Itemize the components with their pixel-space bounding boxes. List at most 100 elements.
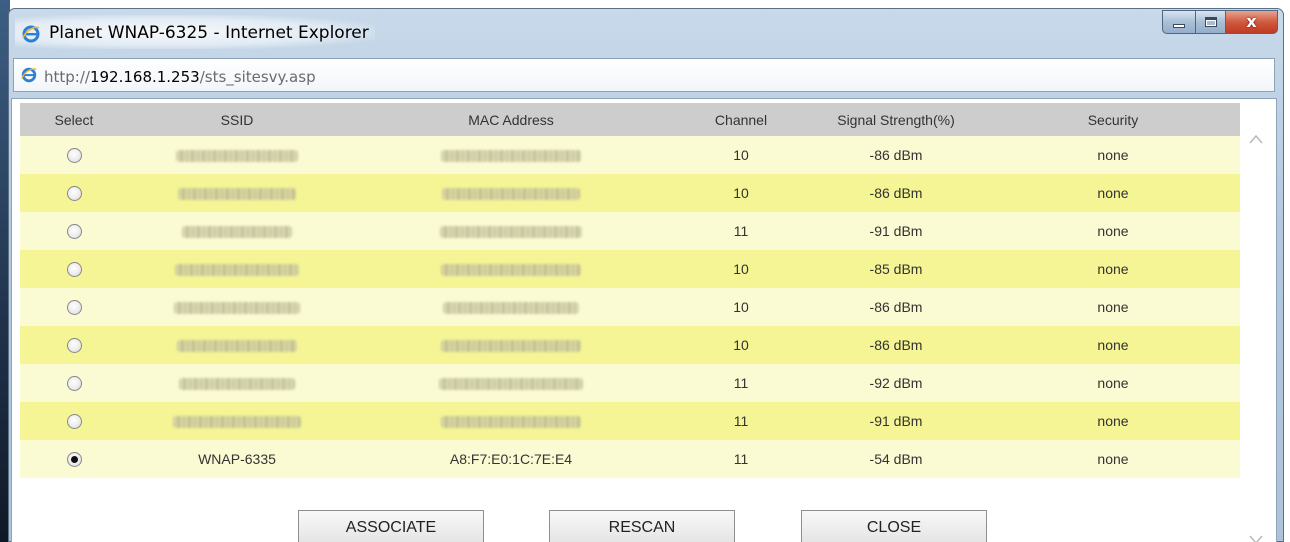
site-survey-table-wrap: Select SSID MAC Address Channel Signal S… [20, 103, 1240, 478]
security-cell: none [1097, 147, 1129, 163]
mac-redacted [441, 416, 581, 429]
signal-cell: -86 dBm [869, 147, 923, 163]
security-cell: none [1097, 337, 1129, 353]
signal-cell: -91 dBm [869, 223, 923, 239]
signal-cell: -92 dBm [869, 375, 923, 391]
channel-cell: 10 [733, 261, 749, 277]
ssid-redacted [175, 264, 299, 277]
select-radio-checked[interactable] [66, 452, 82, 468]
table-row[interactable]: 10 -86 dBm none [20, 288, 1240, 326]
table-row[interactable]: 10 -86 dBm none [20, 174, 1240, 212]
header-channel: Channel [714, 111, 768, 128]
rescan-button[interactable]: RESCAN [549, 510, 735, 542]
channel-cell: 11 [733, 413, 749, 429]
channel-cell: 11 [733, 223, 749, 239]
header-select: Select [54, 111, 94, 128]
maximize-icon [1204, 17, 1217, 27]
ssid-cell [128, 326, 346, 364]
url-path: /sts_sitesvy.asp [199, 68, 316, 86]
security-cell: none [1097, 223, 1129, 239]
mac-cell [346, 288, 676, 326]
signal-cell: -85 dBm [869, 261, 923, 277]
mac-cell [346, 402, 676, 440]
url-scheme: http:// [44, 68, 90, 86]
address-url: http://192.168.1.253/sts_sitesvy.asp [44, 68, 316, 86]
mac-redacted [441, 264, 581, 277]
security-cell: none [1097, 299, 1129, 315]
select-radio[interactable] [66, 148, 82, 164]
action-buttons: ASSOCIATE RESCAN CLOSE [12, 510, 1278, 542]
mac-cell [346, 326, 676, 364]
ie-page-icon [21, 67, 37, 83]
mac-cell [346, 364, 676, 402]
table-row[interactable]: WNAP-6335 A8:F7:E0:1C:7E:E4 11 -54 dBm n… [20, 440, 1240, 478]
select-radio[interactable] [66, 262, 82, 278]
table-row[interactable]: 10 -86 dBm none [20, 326, 1240, 364]
select-radio[interactable] [66, 300, 82, 316]
ssid-cell [128, 136, 346, 174]
mac-cell [346, 212, 676, 250]
site-survey-table: Select SSID MAC Address Channel Signal S… [20, 103, 1240, 478]
ssid-redacted [176, 150, 298, 163]
ssid-cell [128, 402, 346, 440]
ssid-redacted [179, 378, 295, 391]
associate-button[interactable]: ASSOCIATE [298, 510, 484, 542]
mac-redacted [441, 150, 581, 163]
select-radio[interactable] [66, 186, 82, 202]
chevron-up-icon[interactable] [1248, 133, 1264, 145]
close-icon: x [1246, 12, 1257, 31]
security-cell: none [1097, 261, 1129, 277]
channel-cell: 11 [733, 451, 749, 467]
header-security: Security [1087, 111, 1139, 128]
channel-cell: 10 [733, 185, 749, 201]
ie-icon [22, 25, 40, 43]
minimize-button[interactable] [1162, 10, 1196, 34]
ssid-cell [128, 250, 346, 288]
select-radio[interactable] [66, 338, 82, 354]
mac-cell [346, 250, 676, 288]
mac-redacted [443, 302, 579, 315]
maximize-button[interactable] [1196, 10, 1226, 34]
ssid-cell [128, 364, 346, 402]
select-radio[interactable] [66, 414, 82, 430]
select-cell [20, 402, 128, 440]
title-bar[interactable]: Planet WNAP-6325 - Internet Explorer x [9, 9, 1283, 53]
channel-cell: 10 [733, 147, 749, 163]
ssid-redacted [182, 226, 292, 239]
signal-cell: -91 dBm [869, 413, 923, 429]
table-row[interactable]: 11 -92 dBm none [20, 364, 1240, 402]
close-button[interactable]: CLOSE [801, 510, 987, 542]
header-ssid: SSID [220, 111, 254, 128]
table-row[interactable]: 11 -91 dBm none [20, 212, 1240, 250]
ssid-redacted [173, 416, 301, 429]
signal-cell: -86 dBm [869, 185, 923, 201]
channel-cell: 11 [733, 375, 749, 391]
mac-redacted [439, 378, 583, 391]
ssid-cell [128, 212, 346, 250]
mac-redacted [442, 188, 580, 201]
page-content: Select SSID MAC Address Channel Signal S… [11, 98, 1277, 542]
header-mac: MAC Address [468, 111, 554, 128]
select-cell [20, 174, 128, 212]
security-cell: none [1097, 451, 1129, 467]
select-cell [20, 326, 128, 364]
select-cell [20, 136, 128, 174]
signal-cell: -86 dBm [869, 299, 923, 315]
select-radio[interactable] [66, 224, 82, 240]
table-row[interactable]: 10 -86 dBm none [20, 136, 1240, 174]
mac-redacted [441, 340, 581, 353]
ssid-redacted [177, 340, 297, 353]
mac-cell [346, 136, 676, 174]
table-row[interactable]: 11 -91 dBm none [20, 402, 1240, 440]
table-body: 10 -86 dBm none 10 -86 dBm none 11 -91 d… [20, 136, 1240, 478]
address-bar[interactable]: http://192.168.1.253/sts_sitesvy.asp [13, 58, 1275, 92]
signal-cell: -54 dBm [869, 451, 923, 467]
select-radio[interactable] [66, 376, 82, 392]
channel-cell: 10 [733, 299, 749, 315]
url-host: 192.168.1.253 [89, 68, 200, 86]
table-row[interactable]: 10 -85 dBm none [20, 250, 1240, 288]
mac-redacted [440, 226, 582, 239]
minimize-icon [1173, 24, 1185, 28]
mac-cell [346, 174, 676, 212]
window-close-button[interactable]: x [1226, 10, 1278, 34]
